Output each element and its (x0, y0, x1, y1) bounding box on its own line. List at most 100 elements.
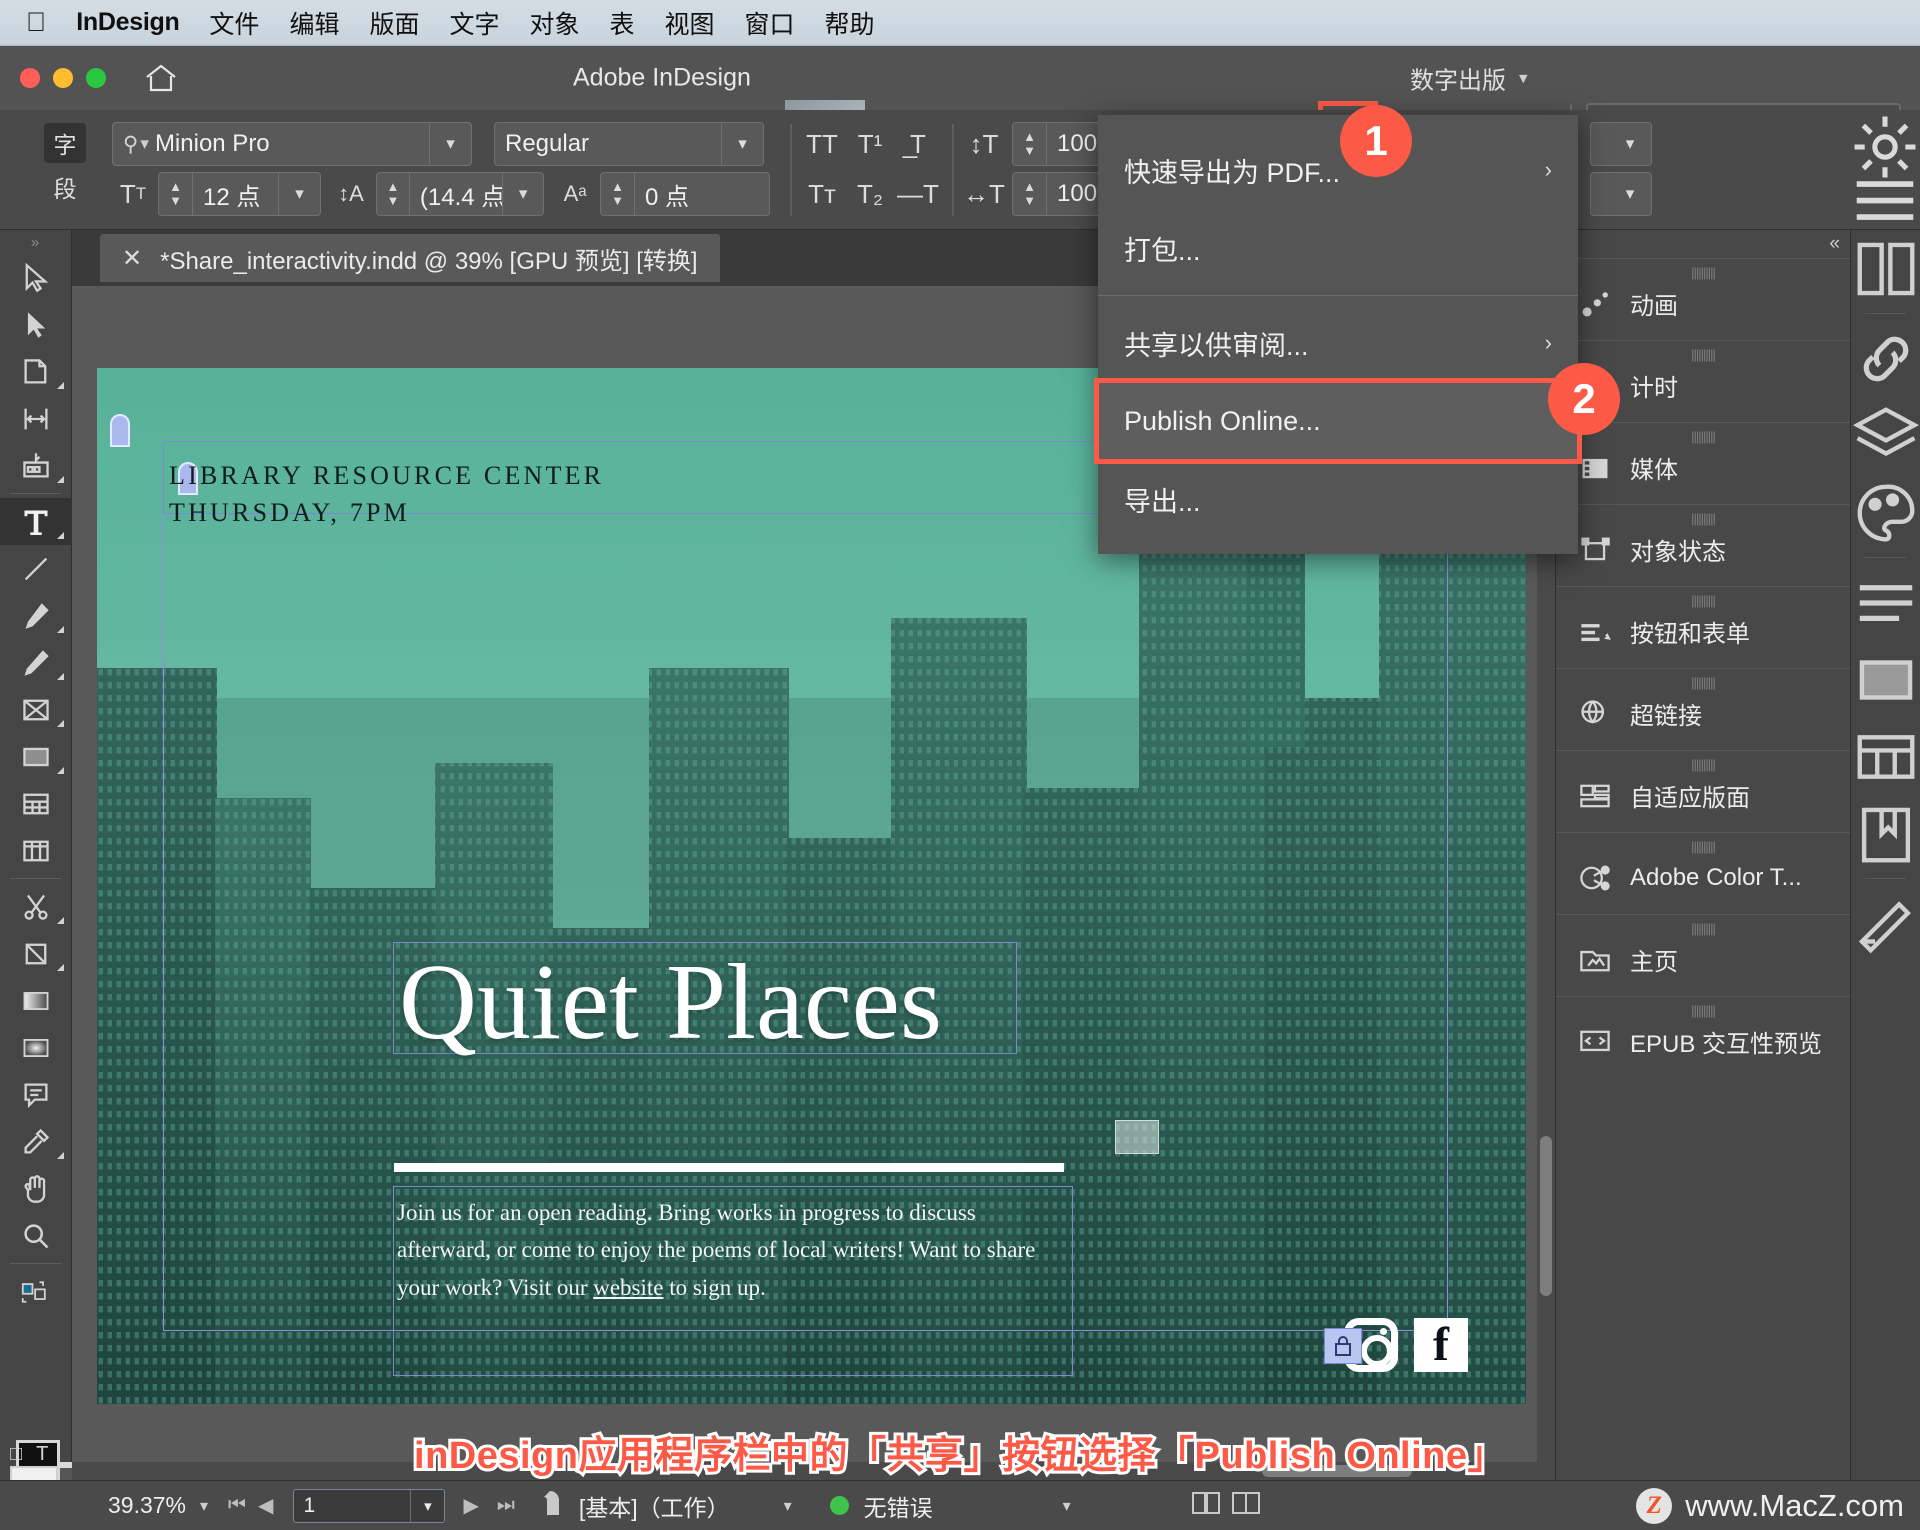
menu-item-package[interactable]: 打包... (1098, 209, 1578, 287)
page-view-icon[interactable] (1191, 1490, 1221, 1521)
effects-icon[interactable] (1851, 885, 1920, 962)
document-tab[interactable]: ✕ *Share_interactivity.indd @ 39% [GPU 预… (100, 234, 720, 282)
frame-tool[interactable] (0, 686, 72, 733)
menu-item-quick-export-pdf[interactable]: 快速导出为 PDF... › (1098, 131, 1578, 209)
content-collector-tool[interactable] (0, 442, 72, 489)
kerning-stepper[interactable]: ▲ ▼ (601, 173, 635, 215)
menu-item-layout[interactable]: 版面 (369, 5, 419, 41)
panel-item-object-states[interactable]: |||||||||| 对象状态 (1556, 504, 1850, 586)
panel-item-media[interactable]: |||||||||| 媒体 (1556, 422, 1850, 504)
object-handle[interactable] (1115, 1120, 1159, 1154)
panel-item-pages[interactable]: |||||||||| 主页 (1556, 914, 1850, 996)
underline-icon[interactable]: ̲T (896, 122, 940, 166)
menu-item-view[interactable]: 视图 (665, 5, 715, 41)
links-icon[interactable] (1851, 320, 1920, 397)
double-chevron-left-icon[interactable]: « (1556, 230, 1850, 258)
free-transform-tool[interactable] (0, 930, 72, 977)
table-tool[interactable] (0, 780, 72, 827)
close-icon[interactable]: ✕ (122, 244, 142, 273)
pencil-tool[interactable] (0, 639, 72, 686)
minimize-window-button[interactable] (53, 68, 73, 88)
menu-app-name[interactable]: InDesign (76, 8, 179, 37)
panel-item-liquid-layout[interactable]: |||||||||| 自适应版面 (1556, 750, 1850, 832)
chevron-down-icon[interactable]: ▾ (410, 1489, 444, 1522)
panel-item-animation[interactable]: |||||||||| 动画 (1556, 258, 1850, 340)
menu-item-share-for-review[interactable]: 共享以供审阅... › (1098, 304, 1578, 382)
panel-gripper[interactable]: |||||||||| (1556, 348, 1850, 361)
paragraph-formatting-button[interactable]: 段 (44, 167, 86, 207)
last-page-icon[interactable]: ⏭ (497, 1494, 515, 1517)
vertical-scale-stepper[interactable]: ▲ ▼ (1013, 123, 1047, 165)
chevron-down-icon[interactable]: ▾ (1063, 1496, 1071, 1516)
bookmarks-icon[interactable] (1851, 795, 1920, 872)
maximize-window-button[interactable] (86, 68, 106, 88)
workspace-switcher[interactable]: 数字出版 ▾ (1410, 61, 1528, 96)
spread-view-icon[interactable] (1231, 1490, 1261, 1521)
panel-gripper[interactable]: |||||||||| (1556, 512, 1850, 525)
hand-tool[interactable] (0, 1165, 72, 1212)
gradient-feather-tool[interactable] (0, 1024, 72, 1071)
page-tool[interactable] (0, 348, 72, 395)
color-icon[interactable] (1851, 474, 1920, 551)
panel-gripper[interactable]: |||||||||| (1556, 594, 1850, 607)
horizontal-scale-stepper[interactable]: ▲ ▼ (1013, 173, 1047, 215)
facebook-icon[interactable]: f (1414, 1318, 1468, 1372)
zoom-tool[interactable] (0, 1212, 72, 1259)
panel-item-adobe-color-themes[interactable]: |||||||||| Adobe Color T... (1556, 832, 1850, 914)
menu-item-object[interactable]: 对象 (529, 5, 579, 41)
chevron-down-icon[interactable]: ▾ (502, 173, 543, 215)
rectangle-tool[interactable] (0, 733, 72, 780)
menu-item-type[interactable]: 文字 (449, 5, 499, 41)
language-field[interactable]: ▾ (1590, 122, 1652, 166)
panel-gripper[interactable]: |||||||||| (1556, 430, 1850, 443)
home-icon[interactable] (144, 63, 178, 93)
chevron-down-icon[interactable]: ▾ (1609, 173, 1651, 215)
prev-page-icon[interactable]: ◀ (258, 1493, 273, 1518)
menu-item-table[interactable]: 表 (610, 5, 635, 41)
menu-item-export[interactable]: 导出... (1098, 460, 1578, 538)
first-page-icon[interactable]: ⏮ (228, 1494, 246, 1517)
menu-item-publish-online[interactable]: Publish Online... (1094, 378, 1582, 464)
preflight-icon[interactable] (537, 1489, 563, 1522)
page-number-input[interactable]: 1 ▾ (293, 1488, 446, 1523)
next-page-icon[interactable]: ▶ (463, 1493, 478, 1518)
panel-gripper[interactable]: |||||||||| (1556, 266, 1850, 279)
chevron-down-icon[interactable]: ▾ (429, 123, 471, 165)
zoom-level-value[interactable]: 39.37% (108, 1492, 186, 1519)
panel-gripper[interactable]: |||||||||| (1556, 1004, 1850, 1017)
panel-gripper[interactable]: |||||||||| (1556, 758, 1850, 771)
share-dropdown-menu[interactable]: 快速导出为 PDF... › 打包... 共享以供审阅... › Publish… (1094, 115, 1582, 554)
panel-item-buttons-forms[interactable]: |||||||||| 按钮和表单 (1556, 586, 1850, 668)
menu-item-help[interactable]: 帮助 (825, 5, 875, 41)
vertical-scrollbar-thumb[interactable] (1540, 1136, 1552, 1296)
all-caps-icon[interactable]: TT (800, 122, 844, 166)
kerning-field[interactable]: ▲ ▼ 0 点 (600, 172, 770, 216)
poster-body-link[interactable]: website (593, 1275, 663, 1300)
small-caps-icon[interactable]: Tᴛ (800, 172, 844, 216)
scissors-tool[interactable] (0, 883, 72, 930)
layers-icon[interactable] (1851, 397, 1920, 474)
column-tool[interactable] (0, 827, 72, 874)
apply-color-defaults[interactable] (0, 1268, 72, 1315)
strikethrough-icon[interactable]: —T (896, 172, 940, 216)
format-container-icon[interactable]: □ (10, 1443, 22, 1466)
chevron-down-icon[interactable]: ▾ (784, 1496, 792, 1516)
menu-item-file[interactable]: 文件 (209, 5, 259, 41)
font-style-field[interactable]: Regular ▾ (494, 122, 764, 166)
chevron-down-icon[interactable]: ▾ (200, 1496, 208, 1516)
menu-item-window[interactable]: 窗口 (745, 5, 795, 41)
leading-field[interactable]: ▲ ▼ (14.4 点 ▾ (376, 172, 544, 216)
pages-icon[interactable] (1851, 230, 1920, 307)
subscript-icon[interactable]: T₂ (848, 172, 892, 216)
selection-tool[interactable] (0, 254, 72, 301)
toolbar-grip[interactable]: » (0, 230, 71, 254)
panel-gripper[interactable]: |||||||||| (1556, 676, 1850, 689)
panel-item-epub-preview[interactable]: |||||||||| EPUB 交互性预览 (1556, 996, 1850, 1078)
superscript-icon[interactable]: T¹ (848, 122, 892, 166)
leading-stepper[interactable]: ▲ ▼ (377, 173, 410, 215)
font-family-field[interactable]: ⚲ ▾ Minion Pro ▾ (112, 122, 472, 166)
type-tool[interactable] (0, 498, 72, 545)
note-tool[interactable] (0, 1071, 72, 1118)
gear-icon[interactable] (1852, 116, 1918, 178)
character-formatting-button[interactable]: 字 (44, 123, 86, 163)
